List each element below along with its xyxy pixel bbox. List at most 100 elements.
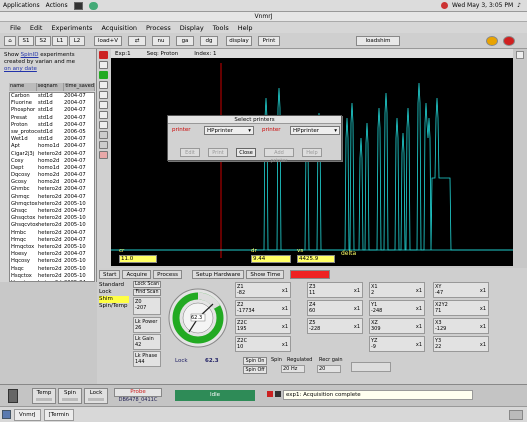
locator-row[interactable]: Ghsqctox hetero2d 2005-10 [10,215,94,222]
stop-button[interactable]: Stop [290,270,331,279]
tab-process[interactable]: Process [153,270,183,279]
right-scrollbar[interactable] [513,49,527,282]
step-size-button[interactable]: x1 [282,324,288,330]
locator-row[interactable]: Ghmqctox hetero2d 2005-10 [10,201,94,208]
side-standard[interactable]: Standard [99,282,129,289]
probe-status[interactable]: Probe DB6478_0411C [114,388,162,404]
toolbar-display-button[interactable]: display [226,36,252,46]
locator-row[interactable]: Hsqc hetero2d 2005-10 [10,266,94,273]
menu-experiments[interactable]: Experiments [51,24,92,32]
column-time-saved[interactable]: time_saved [64,83,95,91]
side-lock[interactable]: Lock [99,289,129,296]
lock-status[interactable]: Lock [84,388,108,404]
terminal-launcher-icon[interactable] [73,1,83,10]
locator-row[interactable]: sw_protocolstd1d 2006-05 [10,129,94,136]
help-button[interactable]: Help [302,148,322,157]
full-icon[interactable] [99,121,108,129]
toolbar-l1-button[interactable]: L1 [52,36,68,46]
locator-row[interactable]: Fluorine std1d 2004-07 [10,100,94,107]
toolbar-s2-button[interactable]: S2 [35,36,51,46]
spectrum-canvas[interactable]: cr 11.0 dr 9.44 vs 4425.9 delta [111,58,513,266]
locator-row[interactable]: Gcosy homo2d 2004-07 [10,179,94,186]
menu-process[interactable]: Process [146,24,171,32]
step-size-button[interactable]: x1 [480,288,486,294]
step-size-button[interactable]: x1 [282,306,288,312]
step-size-button[interactable]: x1 [354,288,360,294]
column-name[interactable]: name [9,83,37,91]
step-size-button[interactable]: x1 [480,342,486,348]
expand-icon[interactable] [99,111,108,119]
workspace-switcher-icon[interactable] [509,409,523,420]
tab-show-time[interactable]: Show Time [246,270,285,279]
integral-icon[interactable] [99,71,108,79]
abort-icon[interactable] [503,36,515,46]
locator-row[interactable]: Hqcosy hetero2d 2005-10 [10,258,94,265]
cr-value[interactable]: 11.0 [119,255,157,263]
add-printer-button[interactable]: Add printer [264,148,294,164]
step-size-button[interactable]: x1 [354,306,360,312]
menu-display[interactable]: Display [180,24,204,32]
scale-icon[interactable] [99,131,108,139]
side-shim[interactable]: Shim [99,296,129,303]
spin-value[interactable]: 20 Hz [281,365,305,373]
column-seqnam[interactable]: seqnam [37,83,65,91]
lock-phase-value[interactable]: 144 [135,359,159,365]
actions-menu[interactable]: Actions [46,2,68,9]
locator-row[interactable]: Cosy homo2d 2004-07 [10,158,94,165]
close-button[interactable]: Close [236,148,256,157]
locator-row[interactable]: Hoesy hetero2d 2004-07 [10,251,94,258]
menu-acquisition[interactable]: Acquisition [101,24,137,32]
step-size-button[interactable]: x1 [354,324,360,330]
toolbar-loadshim-button[interactable]: loadshim [356,36,400,46]
locator-row[interactable]: Ghsqc hetero2d 2004-07 [10,208,94,215]
printer-select[interactable]: HPprinter ▾ [204,126,254,135]
step-size-button[interactable]: x1 [282,288,288,294]
spin-on-button[interactable]: Spin On [243,357,267,365]
zoom-icon[interactable] [99,61,108,69]
menu-help[interactable]: Help [238,24,253,32]
show-desktop-icon[interactable] [2,410,11,419]
locator-row[interactable]: Hmbc hetero2d 2004-07 [10,230,94,237]
toolbar-print-button[interactable]: Print [258,36,280,46]
locator-row[interactable]: Hsqctoxyphasehetero2d2005-04 [10,280,94,281]
locator-row[interactable]: Hsqctox hetero2d 2005-10 [10,273,94,280]
locator-list[interactable]: Carbon std1d 2004-07 Fluorine std1d 2004-07 Ph… [9,92,95,282]
step-size-button[interactable]: x1 [416,306,422,312]
locator-row[interactable]: Proton std1d 2004-07 [10,122,94,129]
side-spin-temp[interactable]: Spin/Temp [99,303,129,310]
menu-file[interactable]: File [10,24,21,32]
system-clock[interactable]: Wed May 3, 3:05 PM [452,2,513,9]
toolbar-nu-button[interactable]: nu [152,36,170,46]
lock-power-value[interactable]: 26 [135,325,159,331]
locator-row[interactable]: Cigar2j3j hetero2d 2004-07 [10,151,94,158]
toolbar-dg-button[interactable]: dg [200,36,218,46]
acquire-icon[interactable] [486,36,498,46]
vs-value[interactable]: 4425.9 [297,255,335,263]
toolbar-arrow-button[interactable]: ⇄ [128,36,146,46]
lock-scan-button[interactable]: Lock Scan [133,281,161,288]
step-size-button[interactable]: x1 [480,324,486,330]
dr-value[interactable]: 9.44 [251,255,291,263]
edit-button[interactable]: Edit [180,148,200,157]
locator-row[interactable]: Phosphor std1d 2004-07 [10,107,94,114]
box-icon[interactable] [99,91,108,99]
spinid-link[interactable]: SpinID [21,52,39,58]
locator-row[interactable]: Ghsqcvtox hetero2d 2005-10 [10,222,94,229]
toolbar-s1-button[interactable]: S1 [18,36,34,46]
taskbar-terminal[interactable]: [Termin [43,408,74,421]
browser-launcher-icon[interactable] [88,1,98,10]
volume-icon[interactable]: ♪ [517,2,521,9]
home-icon[interactable]: ⌂ [4,36,16,46]
plotter-select[interactable]: HPprinter ▾ [290,126,340,135]
toolbar-load-button[interactable]: load+V [94,36,122,46]
locator-row[interactable]: Presat std1d 2004-07 [10,115,94,122]
menu-edit[interactable]: Edit [30,24,43,32]
threshold-icon[interactable] [99,141,108,149]
step-size-button[interactable]: x1 [416,324,422,330]
locator-row[interactable]: Hmqctox hetero2d 2005-10 [10,244,94,251]
locator-row[interactable]: Dqcosy homo2d 2004-07 [10,172,94,179]
locator-row[interactable]: Wet1d std1d 2004-07 [10,136,94,143]
step-size-button[interactable]: x1 [416,342,422,348]
locator-row[interactable]: Carbon std1d 2004-07 [10,93,94,100]
locator-row[interactable]: Dept homo1d 2004-07 [10,165,94,172]
